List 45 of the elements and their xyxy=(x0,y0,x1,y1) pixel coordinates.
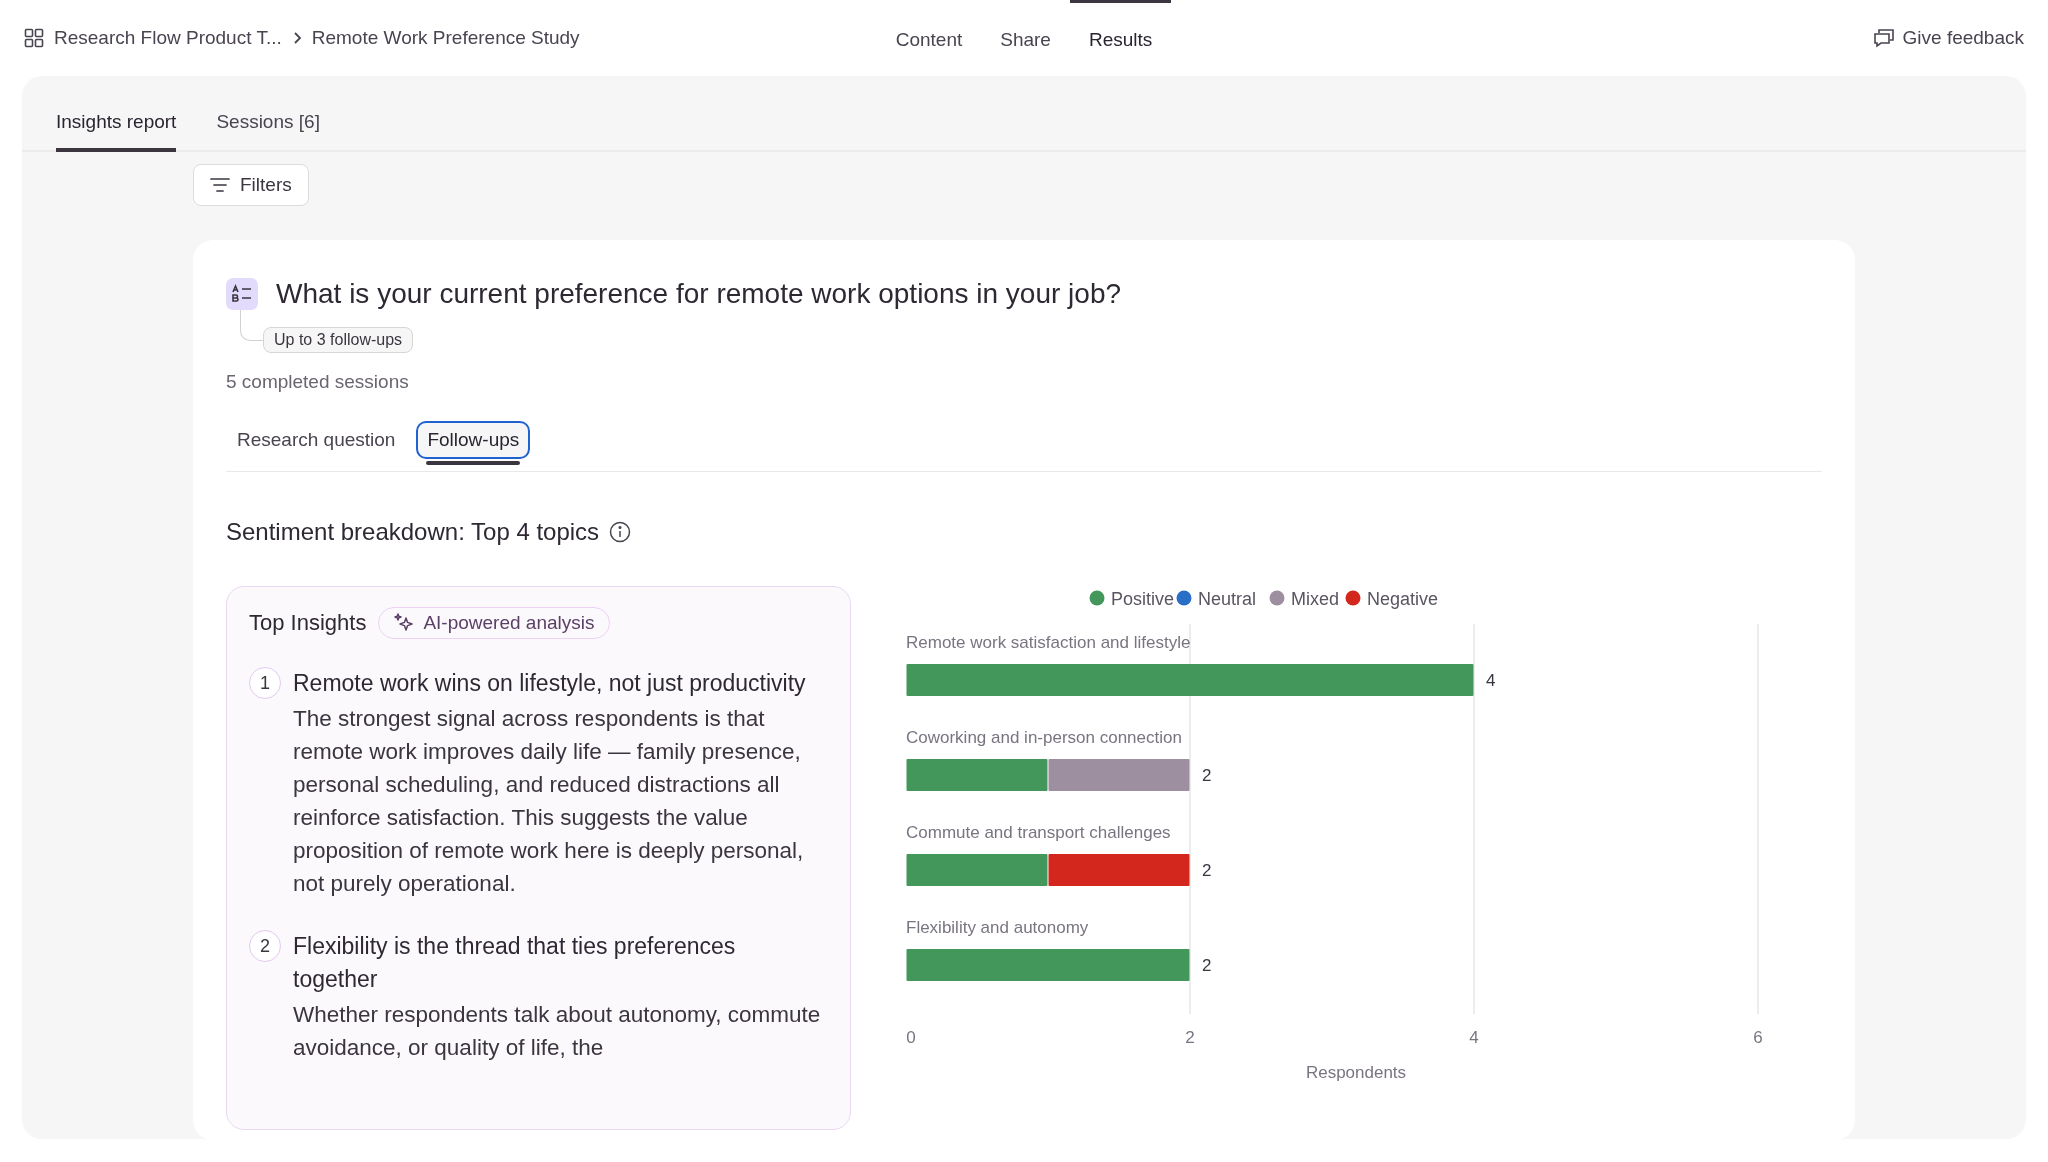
follow-up-tag: Up to 3 follow-ups xyxy=(263,327,414,353)
value-label: 2 xyxy=(1202,956,1212,975)
category-label: Flexibility and autonomy xyxy=(906,918,1089,937)
nav-tab[interactable]: Content xyxy=(876,0,982,76)
tick-label: 0 xyxy=(906,1028,916,1047)
number-badge: 1 xyxy=(249,667,281,699)
chat-bubbles-icon xyxy=(1872,28,1895,48)
view-tab[interactable]: Follow-ups xyxy=(416,421,531,459)
breadcrumb-link[interactable]: Research Flow Product T... xyxy=(54,27,282,49)
tick-label: 6 xyxy=(1753,1028,1763,1047)
axis-title: Respondents xyxy=(1305,1063,1407,1082)
category-label: Coworking and in-person connection xyxy=(906,728,1182,747)
info-icon[interactable] xyxy=(609,521,632,543)
filters-button[interactable]: Filters xyxy=(193,164,309,206)
section-title: Sentiment breakdown: Top 4 topics xyxy=(226,518,600,546)
value-label: 2 xyxy=(1202,861,1212,880)
feedback-button[interactable]: Give feedback xyxy=(1872,27,2024,49)
session-count: 5 completed sessions xyxy=(226,371,410,393)
insight-title: Remote work wins on lifestyle, not just productivity xyxy=(293,669,807,698)
insight-text: The strongest signal across respondents is that remote work improves daily life — family presence, personal scheduling, and reduced distractions all reinforce satisfaction. This suggests the value proposition of remote work here is deeply personal, not purely operational. xyxy=(293,705,805,898)
category-label: Remote work satisfaction and lifestyle xyxy=(906,633,1191,652)
chevron-icon xyxy=(291,31,302,45)
tick-label: 4 xyxy=(1469,1028,1479,1047)
insight-title: Flexibility is the thread that ties preferences together xyxy=(293,932,737,994)
value-label: 4 xyxy=(1486,671,1496,690)
question-type-icon xyxy=(226,278,258,310)
legend-label: Positive xyxy=(1111,589,1175,609)
nav-tab[interactable]: Share xyxy=(981,0,1070,76)
legend-label: Mixed xyxy=(1291,589,1339,609)
filter-icon xyxy=(210,177,230,193)
view-tab[interactable]: Research question xyxy=(226,421,407,459)
category-label: Commute and transport challenges xyxy=(906,823,1171,842)
grid-icon[interactable] xyxy=(24,28,44,48)
breadcrumb-link[interactable]: Remote Work Preference Study xyxy=(311,27,580,49)
question-text: What is your current preference for remote work options in your job? xyxy=(276,278,1122,310)
insights-title: Top Insights xyxy=(249,610,367,636)
report-tab[interactable]: Sessions [6] xyxy=(216,76,320,152)
legend-label: Negative xyxy=(1367,589,1439,609)
number-badge: 2 xyxy=(249,930,281,962)
value-label: 2 xyxy=(1202,766,1212,785)
insight-text: Whether respondents talk about autonomy, commute avoidance, or quality of life, the xyxy=(293,1001,822,1062)
report-tab[interactable]: Insights report xyxy=(56,76,177,152)
tick-label: 2 xyxy=(1185,1028,1195,1047)
legend-label: Neutral xyxy=(1198,589,1257,609)
sparkle-icon xyxy=(393,612,416,634)
